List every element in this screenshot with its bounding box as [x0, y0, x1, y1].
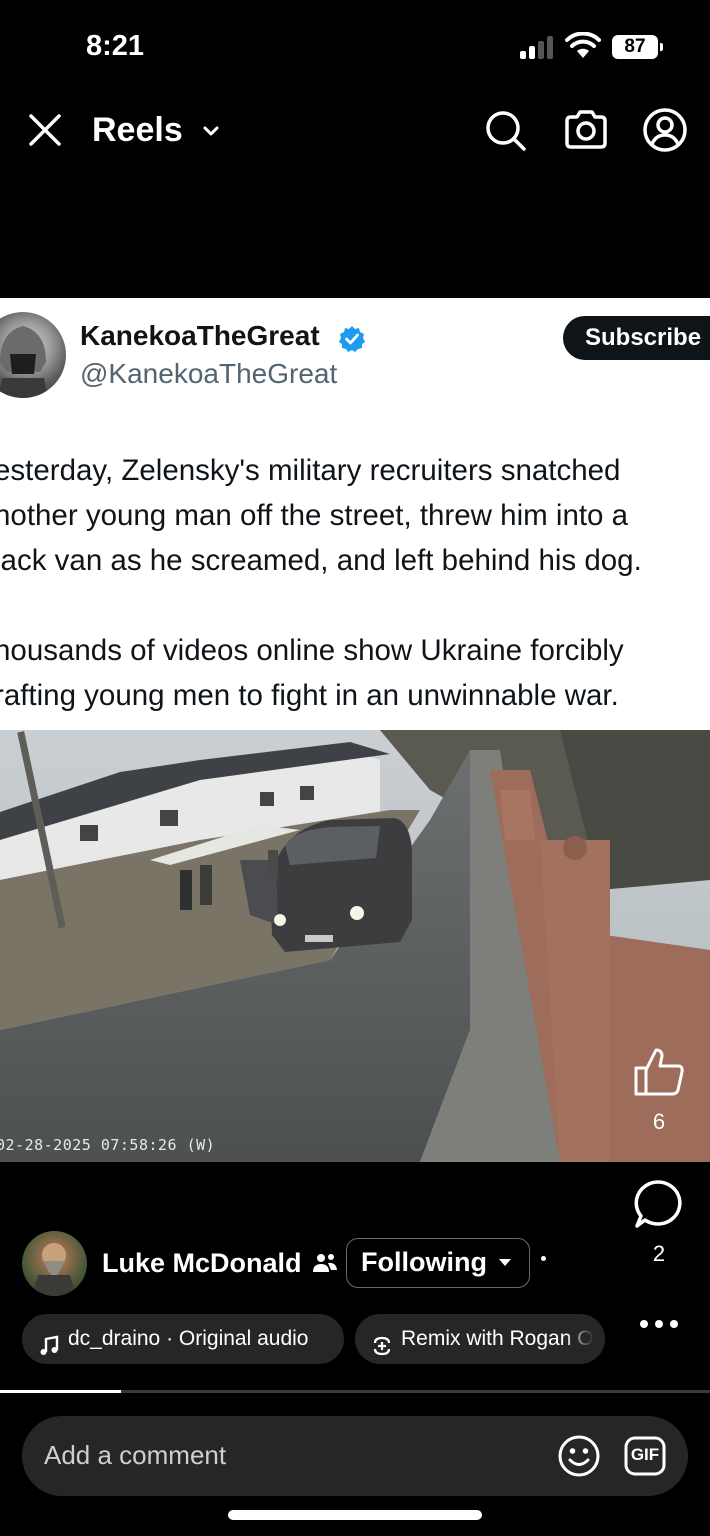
battery-icon: 87 [612, 35, 663, 59]
tweet-text-line: lack van as he screamed, and left behind… [0, 544, 642, 577]
home-indicator [228, 1510, 482, 1520]
cellular-signal-icon [520, 35, 556, 59]
remix-icon [371, 1326, 393, 1356]
more-options-icon[interactable] [638, 1316, 680, 1332]
search-icon[interactable] [482, 107, 528, 153]
chevron-down-icon [499, 1259, 511, 1266]
video-progress-fill [0, 1390, 121, 1393]
tweet-text-line: housands of videos online show Ukraine f… [0, 634, 624, 667]
gif-label: GIF [630, 1445, 660, 1464]
remix-pill[interactable]: Remix with Rogan O [355, 1314, 605, 1364]
original-audio-pill[interactable]: dc_draino · Original audio [22, 1314, 344, 1364]
close-icon[interactable] [22, 107, 68, 153]
comment-bar[interactable]: Add a comment GIF [22, 1416, 688, 1496]
video-progress-bar[interactable] [0, 1390, 710, 1393]
thumbs-up-icon[interactable] [632, 1046, 686, 1098]
wifi-icon [565, 32, 601, 58]
gif-button[interactable]: GIF [624, 1436, 666, 1476]
profile-icon[interactable] [642, 107, 688, 153]
video-frame[interactable] [0, 730, 710, 1162]
comment-count: 2 [652, 1241, 666, 1266]
account-name: KanekoaTheGreat [80, 320, 320, 351]
audio-label: dc_draino · Original audio [68, 1327, 309, 1350]
reel-author-avatar[interactable] [22, 1231, 87, 1296]
remix-label: Remix with Rogan O [401, 1327, 594, 1350]
tweet-text-line: rafting young men to fight in an unwinna… [0, 679, 619, 712]
camera-icon[interactable] [563, 107, 609, 153]
status-bar: 8:21 87 [0, 0, 710, 95]
reel-author-name[interactable]: Luke McDonald [102, 1248, 302, 1279]
account-handle: @KanekoaTheGreat [80, 358, 338, 389]
music-note-icon [38, 1326, 60, 1356]
author-avatar [0, 312, 66, 398]
reels-title[interactable]: Reels [92, 111, 183, 150]
comment-input[interactable]: Add a comment [44, 1440, 226, 1471]
reels-header: Reels [0, 95, 710, 175]
subscribe-button[interactable]: Subscribe [563, 316, 710, 360]
tweet-text-line: nother young man off the street, threw h… [0, 499, 629, 532]
video-timestamp: 02-28-2025 07:58:26 (W) [0, 1136, 216, 1154]
tweet-card: KanekoaTheGreat @KanekoaTheGreat Subscri… [0, 298, 710, 730]
comment-icon[interactable] [633, 1178, 685, 1230]
separator-dot [541, 1256, 546, 1261]
like-count: 6 [652, 1109, 666, 1134]
video-scene [0, 730, 710, 1162]
following-button[interactable]: Following [346, 1238, 530, 1288]
emoji-icon[interactable] [557, 1434, 601, 1478]
verified-badge-icon [339, 326, 365, 352]
following-label: Following [361, 1247, 487, 1277]
chevron-down-icon[interactable] [200, 120, 222, 142]
tweet-text-line: esterday, Zelensky's military recruiters… [0, 454, 621, 487]
people-icon [313, 1254, 337, 1272]
status-time: 8:21 [86, 30, 145, 62]
